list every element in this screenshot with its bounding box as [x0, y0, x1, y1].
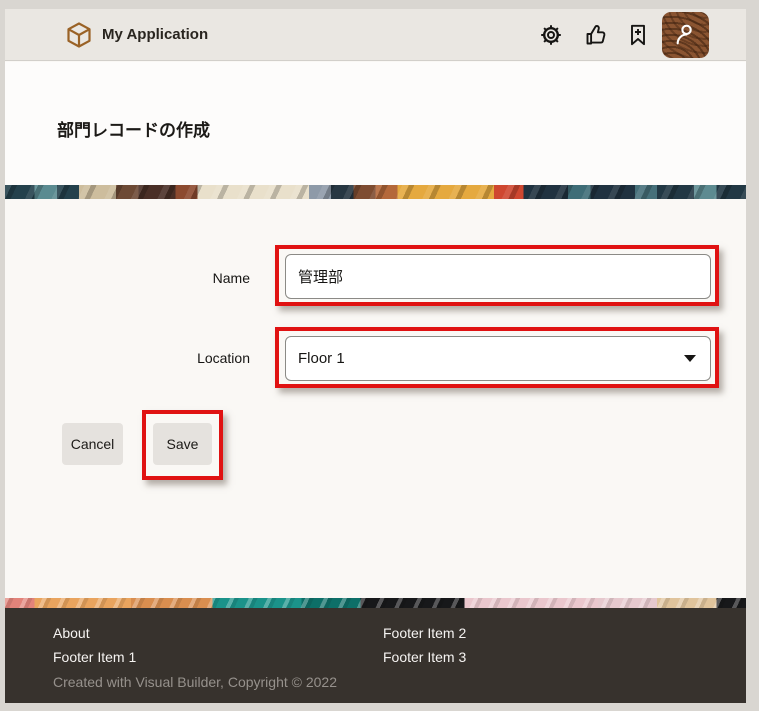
- footer-link-item1[interactable]: Footer Item 1: [53, 649, 136, 665]
- decorative-pattern-strip-bottom: [5, 598, 746, 608]
- thumbs-up-icon[interactable]: [583, 22, 609, 48]
- decorative-pattern-strip-top: [5, 185, 746, 199]
- location-field-label: Location: [105, 349, 250, 367]
- dropdown-arrow-icon: [684, 355, 696, 362]
- save-button[interactable]: Save: [153, 423, 212, 465]
- location-selected-value: Floor 1: [298, 350, 684, 367]
- location-select[interactable]: Floor 1: [285, 336, 711, 381]
- app-footer: About Footer Item 1 Footer Item 2 Footer…: [5, 608, 746, 703]
- footer-link-about[interactable]: About: [53, 625, 90, 641]
- footer-link-item2[interactable]: Footer Item 2: [383, 625, 466, 641]
- name-input[interactable]: [285, 254, 711, 299]
- footer-link-item3[interactable]: Footer Item 3: [383, 649, 466, 665]
- app-title: My Application: [102, 9, 208, 61]
- app-window: My Application: [5, 9, 746, 703]
- name-field-label: Name: [105, 269, 250, 287]
- cancel-button[interactable]: Cancel: [62, 423, 123, 465]
- page-title-section: 部門レコードの作成: [5, 62, 746, 185]
- box-logo-icon: [65, 21, 93, 49]
- bookmark-add-icon[interactable]: [625, 22, 651, 48]
- page-title: 部門レコードの作成: [57, 116, 210, 141]
- footer-copyright: Created with Visual Builder, Copyright ©…: [53, 674, 337, 690]
- settings-gear-icon[interactable]: [538, 22, 564, 48]
- user-avatar-icon[interactable]: [662, 12, 709, 58]
- browser-frame: My Application: [0, 0, 759, 711]
- app-header: My Application: [5, 9, 746, 61]
